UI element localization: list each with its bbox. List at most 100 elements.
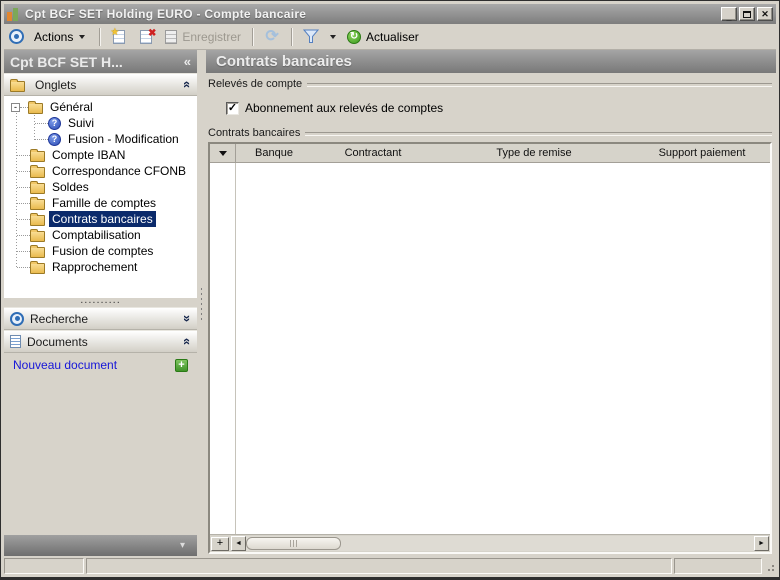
main-body: Relevés de compte ✓ Abonnement aux relev… (206, 73, 776, 556)
sidebar-filler (4, 377, 197, 533)
actualiser-label: Actualiser (366, 29, 419, 44)
tree-item-label: Rapprochement (52, 260, 138, 274)
sidebar-header-title: Cpt BCF SET H... (10, 53, 123, 70)
new-document-button[interactable]: ★ (107, 27, 131, 47)
refresh-icon: ⟳ (265, 27, 279, 45)
column-header-2[interactable]: Type de remise (434, 144, 634, 162)
maximize-button[interactable] (739, 7, 755, 21)
abonnement-checkbox[interactable]: ✓ (226, 101, 239, 115)
tree-item-compte-iban[interactable]: Compte IBAN (4, 147, 197, 163)
filter-button[interactable] (299, 27, 323, 47)
sidebar-collapse-button[interactable]: « (184, 54, 191, 69)
tree-expander-icon[interactable]: - (11, 102, 20, 112)
toolbar: Actions ★ ✖ Enregistrer ⟳ ↻ Actualiser (4, 24, 776, 50)
tree-item-label: Contrats bancaires (49, 211, 156, 227)
tree-item-fusion-de-comptes[interactable]: Fusion de comptes (4, 243, 197, 259)
folder-icon (10, 78, 25, 92)
sidebar-bottom-bar[interactable]: ▾ (4, 535, 197, 556)
scrollbar-thumb[interactable] (246, 537, 341, 550)
tree-connector (17, 234, 30, 236)
delete-button[interactable]: ✖ (134, 27, 158, 47)
row-selector-gutter (210, 163, 236, 534)
releves-label: Relevés de compte (208, 78, 303, 90)
actualiser-button[interactable]: ↻ Actualiser (343, 29, 423, 44)
tree-item-suivi[interactable]: ? Suivi (4, 115, 197, 131)
tree-item-fusion-modification[interactable]: ? Fusion - Modification (4, 131, 197, 147)
section-recherche-label: Recherche (30, 311, 89, 326)
section-header-recherche[interactable]: Recherche » (4, 307, 197, 330)
table-footer: + ◄ ► (210, 534, 770, 552)
sidebar: Cpt BCF SET H... « Onglets « - Général? Su… (4, 50, 197, 556)
actions-label: Actions (34, 29, 74, 44)
tree-item-famille-de-comptes[interactable]: Famille de comptes (4, 195, 197, 211)
section-header-documents[interactable]: Documents « (4, 330, 197, 353)
table-body (210, 163, 770, 534)
checkbox-row: ✓ Abonnement aux relevés de comptes (226, 101, 772, 115)
tree-item-general[interactable]: - Général (4, 99, 197, 115)
add-row-button[interactable]: + (211, 536, 229, 551)
status-bar (4, 556, 776, 574)
resize-grip[interactable] (764, 558, 776, 574)
tree-item-label: Correspondance CFONB (52, 164, 187, 178)
chevron-double-up-icon: « (179, 337, 195, 346)
tree-connector (35, 122, 48, 124)
contrats-label: Contrats bancaires (208, 127, 301, 139)
vertical-splitter[interactable] (197, 50, 206, 556)
app-icon (7, 7, 20, 21)
save-icon (165, 29, 178, 44)
tree-item-label: Général (50, 100, 93, 114)
tree-item-label: Suivi (68, 116, 95, 130)
sidebar-header: Cpt BCF SET H... « (4, 50, 197, 73)
maximize-icon (743, 10, 751, 18)
column-header-0[interactable]: Banque (236, 144, 312, 162)
tree-connector (17, 186, 30, 188)
tree-item-comptabilisation[interactable]: Comptabilisation (4, 227, 197, 243)
horizontal-scrollbar[interactable]: ◄ ► (231, 536, 769, 551)
actions-button[interactable]: Actions (27, 28, 92, 46)
filter-dropdown-button[interactable] (330, 34, 337, 39)
status-panel (674, 558, 762, 574)
tree-connector (20, 106, 28, 108)
app-window: Cpt BCF SET Holding EURO - Compte bancai… (0, 0, 780, 580)
documents-panel: Nouveau document + (4, 353, 197, 377)
bullseye-icon (9, 29, 24, 44)
tree-connector (17, 250, 30, 252)
scroll-right-button[interactable]: ► (754, 536, 769, 551)
toolbar-separator (291, 27, 293, 46)
close-button[interactable]: ✕ (757, 7, 773, 21)
scroll-left-button[interactable]: ◄ (231, 536, 246, 551)
check-icon: ✓ (227, 101, 238, 114)
status-panel (4, 558, 84, 574)
status-panel (86, 558, 672, 574)
section-onglets-label: Onglets (35, 77, 77, 92)
help-icon: ? (48, 132, 61, 146)
folder-icon (30, 229, 45, 242)
add-document-button[interactable]: + (175, 358, 188, 372)
tree-item-contrats-bancaires[interactable]: Contrats bancaires (4, 211, 197, 227)
tree-item-label: Comptabilisation (52, 228, 141, 242)
tree-item-soldes[interactable]: Soldes (4, 179, 197, 195)
nouveau-document-link[interactable]: Nouveau document (13, 358, 175, 372)
tree-item-rapprochement[interactable]: Rapprochement (4, 259, 197, 275)
toolbar-separator (99, 27, 101, 46)
save-button[interactable]: Enregistrer (161, 29, 245, 44)
tree-connector (17, 218, 30, 220)
refresh-button[interactable]: ⟳ (260, 27, 284, 47)
window-title: Cpt BCF SET Holding EURO - Compte bancai… (25, 7, 307, 21)
horizontal-splitter[interactable]: .......... (4, 295, 197, 307)
row-selector-header[interactable] (210, 144, 236, 162)
tree-item-correspondance-cfonb[interactable]: Correspondance CFONB (4, 163, 197, 179)
tree-item-label: Famille de comptes (52, 196, 157, 210)
table-header-row: Banque Contractant Type de remise Support p… (210, 144, 770, 163)
tree-connector (17, 266, 30, 268)
column-header-1[interactable]: Contractant (312, 144, 434, 162)
column-header-3[interactable]: Support paiement (634, 144, 770, 162)
chevron-double-up-icon: « (179, 80, 195, 89)
section-header-onglets[interactable]: Onglets « (4, 73, 197, 96)
title-bar: Cpt BCF SET Holding EURO - Compte bancai… (4, 4, 776, 24)
main-panel: Contrats bancaires Relevés de compte ✓ A… (206, 50, 776, 556)
page-title: Contrats bancaires (216, 53, 352, 70)
tree-item-label: Fusion - Modification (68, 132, 179, 146)
minimize-button[interactable]: _ (721, 7, 737, 22)
chevron-down-icon: ▾ (179, 540, 185, 551)
